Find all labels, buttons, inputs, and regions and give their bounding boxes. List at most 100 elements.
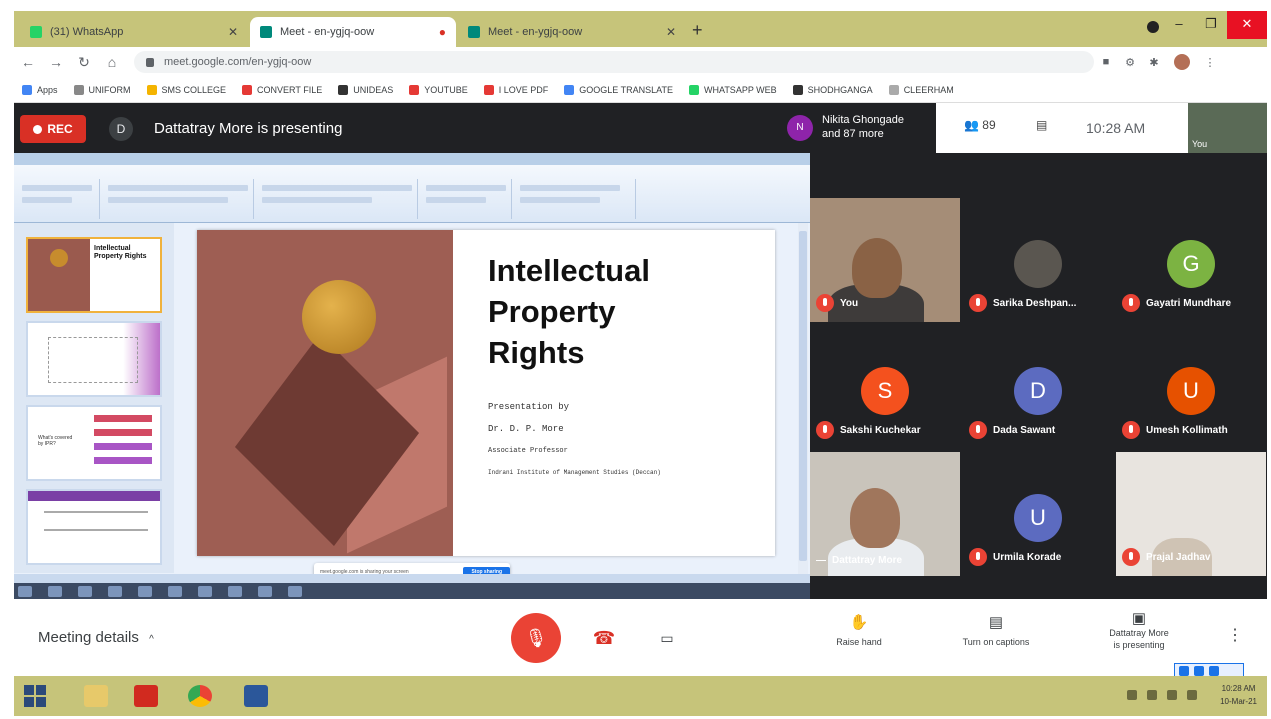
participant-tile[interactable]: U Umesh Kollimath: [1116, 325, 1266, 449]
participant-photo: [1014, 240, 1062, 288]
raise-hand-button[interactable]: ✋ Raise hand: [826, 613, 892, 647]
participant-tile[interactable]: You: [810, 198, 960, 322]
participant-tile[interactable]: — Dattatray More: [810, 452, 960, 576]
bookmark-item[interactable]: CONVERT FILE: [242, 84, 322, 95]
reload-button[interactable]: ↻: [70, 54, 98, 71]
tab-whatsapp[interactable]: (31) WhatsApp ✕: [20, 17, 248, 47]
present-screen-icon: ▣: [1131, 610, 1147, 627]
participant-tile[interactable]: U Urmila Korade: [963, 452, 1113, 576]
whatsapp-icon: [30, 26, 42, 38]
participants-grid: You Sarika Deshpan... G Gayatri Mundhare…: [810, 153, 1267, 599]
forward-button[interactable]: →: [42, 54, 70, 70]
bookmarks-bar: Apps UNIFORM SMS COLLEGE CONVERT FILE UNIDEA…: [14, 77, 1267, 103]
participant-tile[interactable]: S Sakshi Kuchekar: [810, 325, 960, 449]
slide-thumbnail[interactable]: [26, 321, 162, 397]
camera-toggle-button[interactable]: ▭: [651, 622, 683, 654]
captions-label: Turn on captions: [962, 637, 1030, 647]
bookmark-item[interactable]: WHATSAPP WEB: [688, 84, 777, 95]
self-view-tile[interactable]: You: [1188, 103, 1267, 153]
bookmark-item[interactable]: UNIDEAS: [338, 84, 393, 95]
slide-title-line: Rights: [488, 335, 585, 370]
participant-tile[interactable]: Prajal Jadhav: [1116, 452, 1266, 576]
url-field[interactable]: meet.google.com/en-ygjq-oow: [134, 51, 1094, 73]
extensions-icon[interactable]: ✱: [1142, 56, 1166, 69]
leave-call-button[interactable]: ☎: [588, 622, 620, 654]
lock-icon: [146, 57, 154, 67]
bookmark-item[interactable]: Apps: [22, 84, 58, 95]
shared-taskbar: [14, 583, 810, 599]
minimize-button[interactable]: –: [1163, 11, 1195, 39]
presenter-avatar: D: [109, 117, 133, 141]
bookmark-item[interactable]: UNIFORM: [73, 84, 131, 95]
bookmark-label: GOOGLE TRANSLATE: [579, 84, 673, 95]
slide-thumbnail[interactable]: Intellectual Property Rights: [26, 237, 162, 313]
home-button[interactable]: ⌂: [98, 54, 126, 70]
windows-start-button[interactable]: [24, 685, 46, 707]
captions-button[interactable]: ▤ Turn on captions: [946, 613, 1046, 647]
close-icon[interactable]: ✕: [666, 25, 676, 39]
camera-ext-icon[interactable]: ■: [1094, 56, 1118, 68]
clock-date: 10-Mar-21: [1220, 697, 1257, 706]
bookmark-item[interactable]: SHODHGANGA: [792, 84, 873, 95]
participant-tile[interactable]: Sarika Deshpan...: [963, 198, 1113, 322]
participant-more: and 87 more: [822, 128, 884, 140]
thumbnail-bar: [94, 443, 152, 450]
file-explorer-icon[interactable]: [76, 681, 116, 711]
volume-icon[interactable]: [1147, 690, 1157, 700]
mic-off-icon: [1122, 294, 1140, 312]
slide-thumbnail[interactable]: What's covered by IPR?: [26, 405, 162, 481]
mic-toggle-button[interactable]: 🎙: [511, 613, 561, 663]
menu-dots-icon[interactable]: ⋮: [1198, 56, 1222, 69]
more-options-icon[interactable]: ⋮: [1227, 625, 1243, 645]
acrobat-icon[interactable]: [126, 681, 166, 711]
battery-icon[interactable]: [1167, 690, 1177, 700]
slide-thumbnail[interactable]: [26, 489, 162, 565]
recording-badge[interactable]: REC: [20, 115, 86, 143]
chat-icon[interactable]: ▤: [1036, 118, 1047, 132]
bookmark-item[interactable]: GOOGLE TRANSLATE: [564, 84, 673, 95]
thumbnail-title: Intellectual Property Rights: [94, 245, 147, 260]
people-count[interactable]: 👥 89: [964, 118, 996, 132]
thumbnail-header: [28, 491, 160, 501]
slide-title-line: Intellectual: [488, 253, 650, 288]
chrome-icon[interactable]: [180, 681, 220, 711]
participant-tile[interactable]: D Dada Sawant: [963, 325, 1113, 449]
close-icon[interactable]: ✕: [228, 25, 238, 39]
bookmark-icon: [409, 84, 420, 95]
meeting-details-button[interactable]: Meeting details ^: [38, 629, 154, 646]
taskbar-clock[interactable]: 10:28 AM 10-Mar-21: [1220, 682, 1257, 708]
tab-meet-active[interactable]: Meet - en-ygjq-oow ●: [250, 17, 456, 47]
settings-ext-icon[interactable]: ⚙: [1118, 56, 1142, 69]
bookmark-item[interactable]: YOUTUBE: [409, 84, 468, 95]
bookmark-label: CLEERHAM: [903, 84, 954, 95]
word-icon[interactable]: [236, 681, 276, 711]
window-close-button[interactable]: ✕: [1227, 11, 1267, 39]
slide-scrollbar[interactable]: [798, 223, 808, 575]
profile-icon[interactable]: [1147, 21, 1159, 33]
bookmark-icon: [888, 84, 899, 95]
bookmark-item[interactable]: I LOVE PDF: [483, 84, 548, 95]
profile-avatar[interactable]: [1174, 54, 1190, 70]
tab-meet[interactable]: Meet - en-ygjq-oow ✕: [458, 17, 686, 47]
participant-avatar: N: [787, 115, 813, 141]
participant-tile[interactable]: G Gayatri Mundhare: [1116, 198, 1266, 322]
bookmark-item[interactable]: SMS COLLEGE: [146, 84, 226, 95]
meet-top-bar: REC D Dattatray More is presenting N Nik…: [14, 103, 1267, 153]
participant-summary[interactable]: Nikita Ghongade and 87 more: [822, 113, 904, 141]
network-icon[interactable]: [1127, 690, 1137, 700]
maximize-button[interactable]: ❐: [1195, 11, 1227, 39]
clock-time: 10:28 AM: [1221, 684, 1256, 693]
bookmark-item[interactable]: CLEERHAM: [888, 84, 954, 95]
participant-avatar: G: [1167, 240, 1215, 288]
thumbnail-lines: [44, 511, 148, 531]
new-tab-button[interactable]: +: [692, 20, 703, 41]
keyboard-icon[interactable]: [1187, 690, 1197, 700]
presenting-button[interactable]: ▣ Dattatray More is presenting: [1094, 610, 1184, 651]
participant-label: Umesh Kollimath: [1122, 421, 1228, 439]
participant-avatar: U: [1014, 494, 1062, 542]
participant-name: Prajal Jadhav: [1146, 551, 1211, 563]
back-button[interactable]: ←: [14, 54, 42, 70]
thumbnail-sketch: [48, 337, 138, 383]
hang-up-icon: ☎: [592, 628, 616, 648]
participant-name: Nikita Ghongade: [822, 114, 904, 126]
